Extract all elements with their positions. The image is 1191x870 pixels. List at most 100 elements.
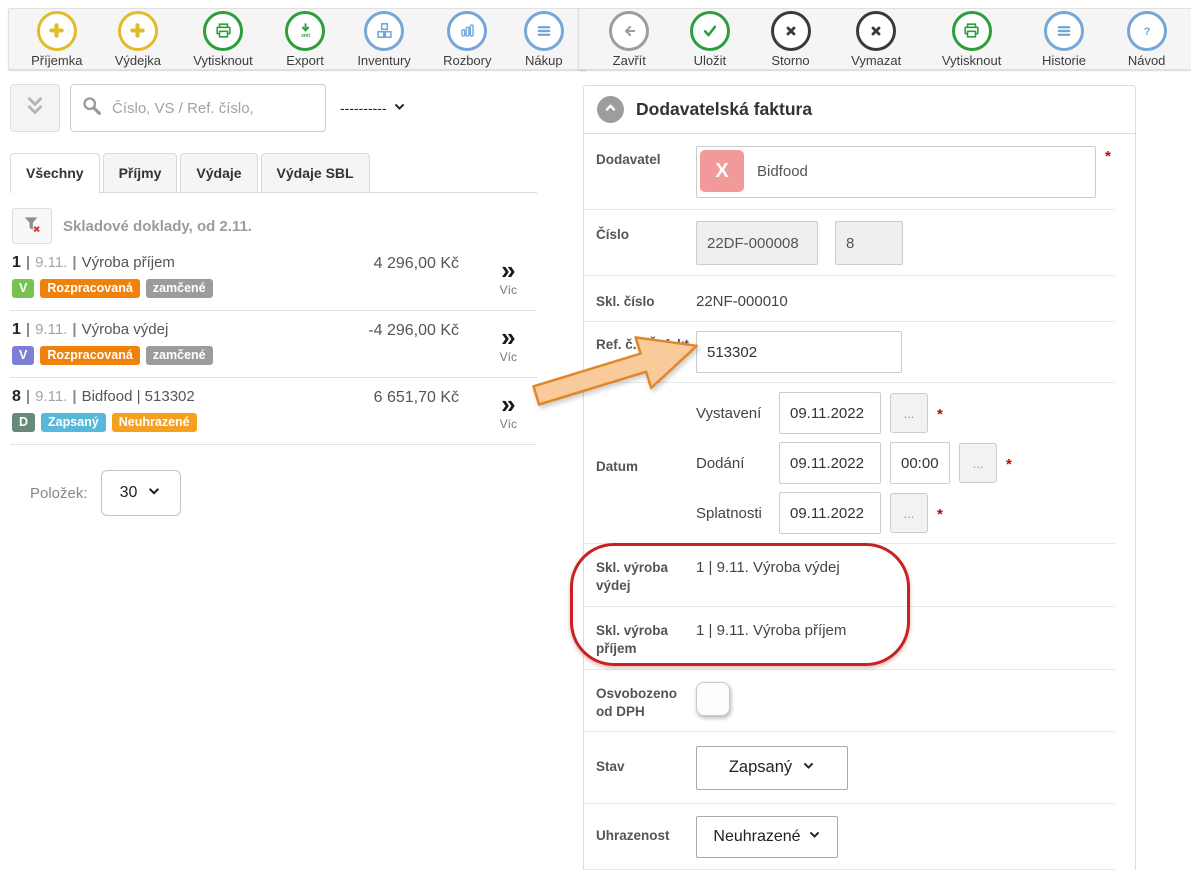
date-due-input[interactable]	[779, 492, 881, 534]
more-link[interactable]: » Víc	[500, 391, 517, 430]
field-label-stav: Stav	[596, 746, 696, 790]
toolbar-button-storno[interactable]: Storno	[771, 11, 811, 68]
toolbar-label: Storno	[771, 53, 809, 68]
invoice-seq-input	[835, 221, 903, 265]
row-number: 1	[12, 321, 21, 338]
list-item: 1|9.11.|Výroba výdej -4 296,00 Kč » Víc …	[10, 311, 537, 378]
date-picker-button[interactable]: ...	[959, 443, 997, 483]
list-filter-header: Skladové doklady, od 2.11.	[63, 218, 252, 235]
toolbar-label: Inventury	[357, 53, 410, 68]
toolbar-label: Návod	[1128, 53, 1166, 68]
more-link[interactable]: » Víc	[500, 257, 517, 296]
status-select[interactable]: Zapsaný	[696, 746, 848, 790]
row-date: 9.11.	[35, 388, 67, 405]
warehouse-number-value: 22NF-000010	[696, 288, 788, 310]
row-date: 9.11.	[35, 254, 67, 271]
toolbar-record: Zavřít Uložit Storno Vymazat Vytisknout	[578, 8, 1191, 70]
toolbar-label: Zavřít	[613, 53, 646, 68]
field-label-cislo: Číslo	[596, 221, 696, 265]
row-amount: -4 296,00 Kč	[368, 322, 459, 340]
payment-status-select[interactable]: Neuhrazené	[696, 816, 838, 858]
date-picker-button[interactable]: ...	[890, 493, 928, 533]
plus-icon	[37, 11, 77, 51]
double-chevron-right-icon: »	[500, 257, 517, 283]
status-badge: V	[12, 279, 34, 298]
items-per-page-label: Položek:	[30, 485, 88, 502]
plus-icon	[118, 11, 158, 51]
toolbar-button-export[interactable]: xml Export	[285, 11, 325, 68]
toolbar-button-inventury[interactable]: Inventury	[357, 11, 410, 68]
document-tabs: Všechny Příjmy Výdaje Výdaje SBL	[10, 153, 537, 193]
date-issued-input[interactable]	[779, 392, 881, 434]
tab-prijmy[interactable]: Příjmy	[103, 153, 178, 192]
reference-number-input[interactable]	[696, 331, 902, 373]
printer-icon	[952, 11, 992, 51]
date-picker-button[interactable]: ...	[890, 393, 928, 433]
status-badge: D	[12, 413, 35, 432]
separator: |	[26, 321, 30, 338]
status-badge: V	[12, 346, 34, 365]
svg-text:xml: xml	[301, 33, 310, 39]
date-delivery-input[interactable]	[779, 442, 881, 484]
field-label-dodavatel: Dodavatel	[596, 146, 696, 198]
remove-supplier-button[interactable]: X	[700, 150, 744, 192]
filter-type-value: ----------	[340, 100, 387, 116]
date-due-label: Splatnosti	[696, 505, 770, 522]
status-badge: Zapsaný	[41, 413, 106, 432]
double-chevron-right-icon: »	[500, 324, 517, 350]
chevron-down-icon	[147, 484, 161, 503]
required-asterisk: *	[937, 404, 943, 423]
items-per-page-select[interactable]: 30	[101, 470, 181, 516]
toolbar-label: Historie	[1042, 53, 1086, 68]
clear-filter-button[interactable]	[12, 208, 52, 244]
row-date: 9.11.	[35, 321, 67, 338]
filter-type-select[interactable]: ----------	[340, 100, 406, 116]
row-title: Bidfood | 513302	[82, 388, 195, 405]
toolbar-label: Vymazat	[851, 53, 901, 68]
toolbar-button-nakup[interactable]: Nákup	[524, 11, 564, 68]
supplier-input[interactable]: X Bidfood	[696, 146, 1096, 198]
toolbar-label: Rozbory	[443, 53, 491, 68]
menu-icon	[1044, 11, 1084, 51]
supplier-value: Bidfood	[757, 147, 808, 197]
field-label-osvobozeno: Osvobozeno od DPH	[596, 680, 696, 721]
separator: |	[72, 388, 76, 405]
toolbar-label: Příjemka	[31, 53, 82, 68]
more-link[interactable]: » Víc	[500, 324, 517, 363]
items-per-page-value: 30	[120, 484, 138, 502]
required-asterisk: *	[1105, 146, 1111, 165]
toolbar-button-prijemka[interactable]: Příjemka	[31, 11, 82, 68]
tab-vydaje[interactable]: Výdaje	[180, 153, 257, 192]
date-issued-label: Vystavení	[696, 405, 770, 422]
toolbar-button-rozbory[interactable]: Rozbory	[443, 11, 491, 68]
toolbar-button-vymazat[interactable]: Vymazat	[851, 11, 901, 68]
tab-vydaje-sbl[interactable]: Výdaje SBL	[261, 153, 370, 192]
panel-title: Dodavatelská faktura	[636, 99, 812, 120]
collapse-panel-button[interactable]	[597, 96, 624, 123]
row-title: Výroba výdej	[82, 321, 169, 338]
toolbar-button-ulozit[interactable]: Uložit	[690, 11, 730, 68]
search-input[interactable]	[110, 99, 315, 118]
time-delivery-input[interactable]	[890, 442, 950, 484]
toolbar-button-zavrit[interactable]: Zavřít	[609, 11, 649, 68]
toolbar-button-vydejka[interactable]: Výdejka	[115, 11, 161, 68]
svg-text:?: ?	[1143, 26, 1150, 38]
toolbar-button-vytisknout[interactable]: Vytisknout	[193, 11, 253, 68]
export-xml-icon: xml	[285, 11, 325, 51]
toolbar-button-vytisknout-2[interactable]: Vytisknout	[942, 11, 1002, 68]
row-number: 8	[12, 388, 21, 405]
status-badge: Rozpracovaná	[40, 346, 139, 365]
toolbar-button-navod[interactable]: ? Návod	[1127, 11, 1167, 68]
document-list: 1|9.11.|Výroba příjem 4 296,00 Kč » Víc …	[10, 244, 537, 445]
status-badge: zamčené	[146, 346, 213, 365]
more-label: Víc	[500, 418, 517, 430]
field-label-datum: Datum	[596, 458, 696, 476]
double-chevron-down-icon	[22, 93, 48, 124]
toolbar-button-historie[interactable]: Historie	[1042, 11, 1086, 68]
tab-vsechny[interactable]: Všechny	[10, 153, 100, 193]
required-asterisk: *	[937, 504, 943, 523]
filter-remove-icon	[22, 214, 42, 239]
production-issue-value: 1 | 9.11. Výroba výdej	[696, 554, 840, 576]
collapse-filters-button[interactable]	[10, 84, 60, 132]
vat-exempt-checkbox[interactable]	[696, 682, 730, 716]
